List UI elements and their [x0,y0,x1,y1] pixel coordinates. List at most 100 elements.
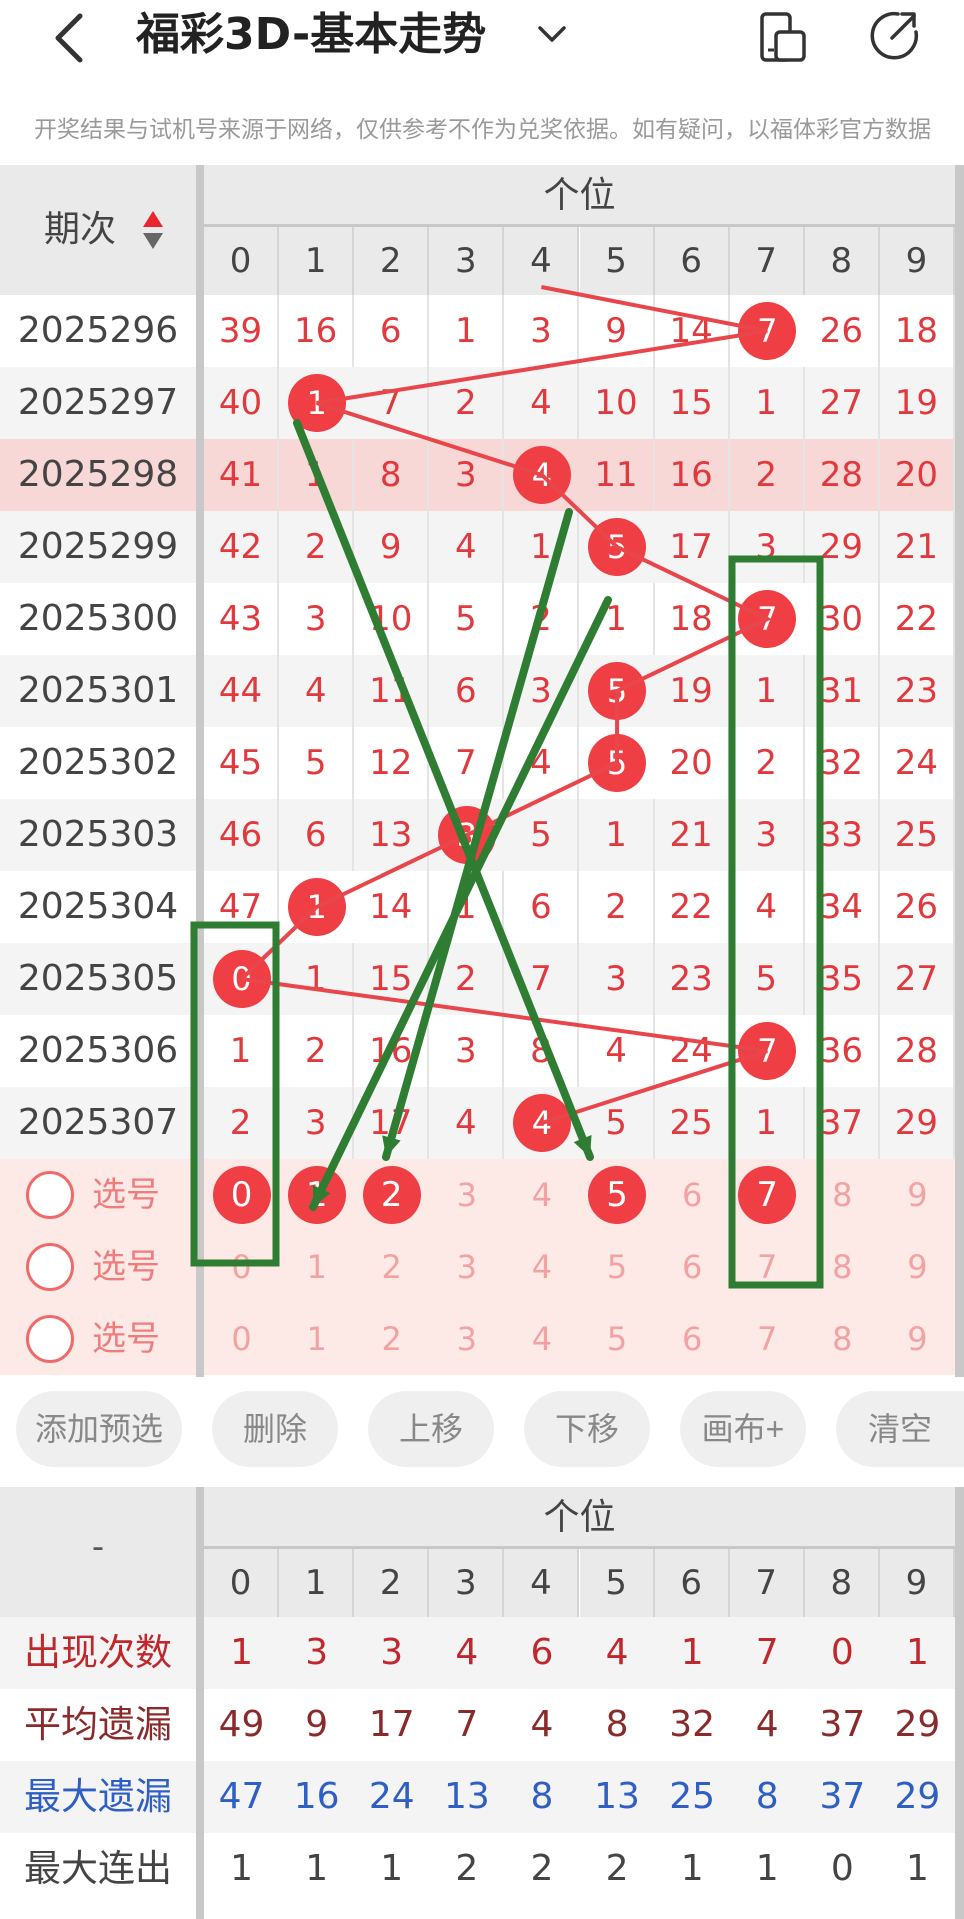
pick-digit-cell[interactable]: 1 [279,1303,354,1375]
stats-value-cell: 29 [894,1776,941,1817]
selected-digit-ball[interactable]: 1 [287,1166,346,1224]
pick-row-label[interactable]: 选号 [92,1231,192,1303]
move-down-button[interactable]: 下移 [524,1391,650,1467]
omission-cell: 26 [805,295,880,367]
digit-header: 6 [654,227,730,295]
pick-row-radio[interactable] [26,1243,74,1291]
winning-digit-ball: 1 [287,374,346,432]
period-header-cell[interactable]: 期次 [0,165,196,295]
pick-digit-cell[interactable]: 3 [429,1159,504,1231]
pick-digit-cell[interactable]: 6 [655,1303,730,1375]
pick-digit-cell[interactable]: 5 [580,1303,655,1375]
stats-digit-header: 0 [204,1549,280,1617]
stats-value-cell: 1 [230,1848,253,1889]
omission-cell: 4 [504,367,580,439]
add-preselect-button[interactable]: 添加预选 [16,1391,182,1467]
pick-digit-cell[interactable]: 9 [880,1159,955,1231]
pick-digit-cell[interactable]: 7 [730,1231,805,1303]
pick-digit-cell[interactable]: 9 [880,1231,955,1303]
chevron-down-icon[interactable] [536,18,568,50]
pick-digit-cell[interactable]: 2 [354,1303,429,1375]
sort-icon[interactable] [142,209,164,251]
omission-cell: 20 [880,439,955,511]
pick-digit-cell[interactable]: 3 [429,1231,504,1303]
pick-digit-cell[interactable]: 0 [204,1231,279,1303]
pick-row-radio[interactable] [26,1315,74,1363]
omission-cell: 1 [730,367,805,439]
page-title[interactable]: 福彩3D-基本走势 [136,2,486,68]
pick-digit-cell[interactable]: 3 [429,1303,504,1375]
pick-digit-cell[interactable]: 4 [504,1159,579,1231]
chevron-left-icon[interactable] [50,8,90,68]
omission-cell: 19 [655,655,730,727]
omission-cell: 24 [880,727,955,799]
stats-value-cell: 17 [368,1704,415,1745]
omission-cell: 5 [730,943,805,1015]
omission-cell: 11 [354,655,430,727]
top-bar: 福彩3D-基本走势 [0,0,964,80]
stats-value-cell: 8 [530,1776,554,1817]
pick-digit-cell[interactable]: 5 [580,1231,655,1303]
omission-cell: 4 [429,511,505,583]
units-digit-header: 个位 [204,165,955,227]
clear-button[interactable]: 清空 [836,1391,964,1467]
omission-cell: 1 [504,511,580,583]
period-number: 2025300 [17,598,179,639]
device-icon[interactable] [758,10,808,64]
selected-digit-ball[interactable]: 0 [212,1166,271,1224]
winning-digit-ball: 4 [512,1094,571,1152]
omission-cell: 36 [805,1015,880,1087]
omission-cell: 26 [880,871,955,943]
pick-digit-cell[interactable]: 8 [805,1231,880,1303]
omission-cell: 6 [504,871,580,943]
stats-value-cell: 0 [830,1632,854,1673]
stats-value-cell: 7 [755,1632,779,1673]
omission-cell: 22 [880,583,955,655]
omission-cell: 2 [204,1087,280,1159]
selected-digit-ball[interactable]: 7 [738,1166,797,1224]
pick-digit-cell[interactable]: 8 [805,1303,880,1375]
omission-cell: 40 [204,367,280,439]
pick-digit-cell[interactable]: 7 [730,1303,805,1375]
selected-digit-ball[interactable]: 5 [588,1166,647,1224]
pick-digit-cell[interactable]: 4 [504,1303,579,1375]
pick-digit-cell[interactable]: 6 [655,1231,730,1303]
share-icon[interactable] [868,8,920,62]
delete-button[interactable]: 删除 [212,1391,338,1467]
omission-cell: 47 [204,871,280,943]
winning-digit-ball: 4 [512,446,571,504]
omission-cell: 9 [354,511,430,583]
period-number: 2025306 [17,1030,179,1071]
omission-cell: 3 [504,295,580,367]
pick-digit-cell[interactable]: 0 [204,1303,279,1375]
omission-cell: 33 [805,799,880,871]
omission-cell: 3 [279,1087,355,1159]
pick-digit-cell[interactable]: 2 [354,1231,429,1303]
omission-cell: 7 [429,727,505,799]
pick-digit-cell[interactable]: 1 [279,1231,354,1303]
omission-cell: 1 [204,1015,280,1087]
pick-row-label[interactable]: 选号 [92,1159,192,1231]
move-up-button[interactable]: 上移 [368,1391,494,1467]
pick-digit-cell[interactable]: 4 [504,1231,579,1303]
omission-cell: 20 [655,727,730,799]
pick-row-label[interactable]: 选号 [92,1303,192,1375]
stats-value-cell: 8 [605,1704,629,1745]
omission-cell: 29 [880,1087,955,1159]
digit-header: 7 [729,227,805,295]
pick-digit-cell[interactable]: 6 [655,1159,730,1231]
omission-cell: 14 [354,871,430,943]
omission-cell: 7 [504,943,580,1015]
canvas-plus-button[interactable]: 画布+ [680,1391,806,1467]
omission-cell: 45 [204,727,280,799]
pick-row-radio[interactable] [26,1171,74,1219]
pick-digit-cell[interactable]: 8 [805,1159,880,1231]
pick-digit-cell[interactable]: 9 [880,1303,955,1375]
omission-cell: 35 [805,943,880,1015]
stats-value-cell: 4 [755,1704,779,1745]
period-number: 2025296 [17,310,179,351]
stats-value-cell: 1 [905,1848,929,1889]
stats-value-cell: 37 [819,1776,866,1817]
omission-cell: 27 [880,943,955,1015]
selected-digit-ball[interactable]: 2 [362,1166,421,1224]
